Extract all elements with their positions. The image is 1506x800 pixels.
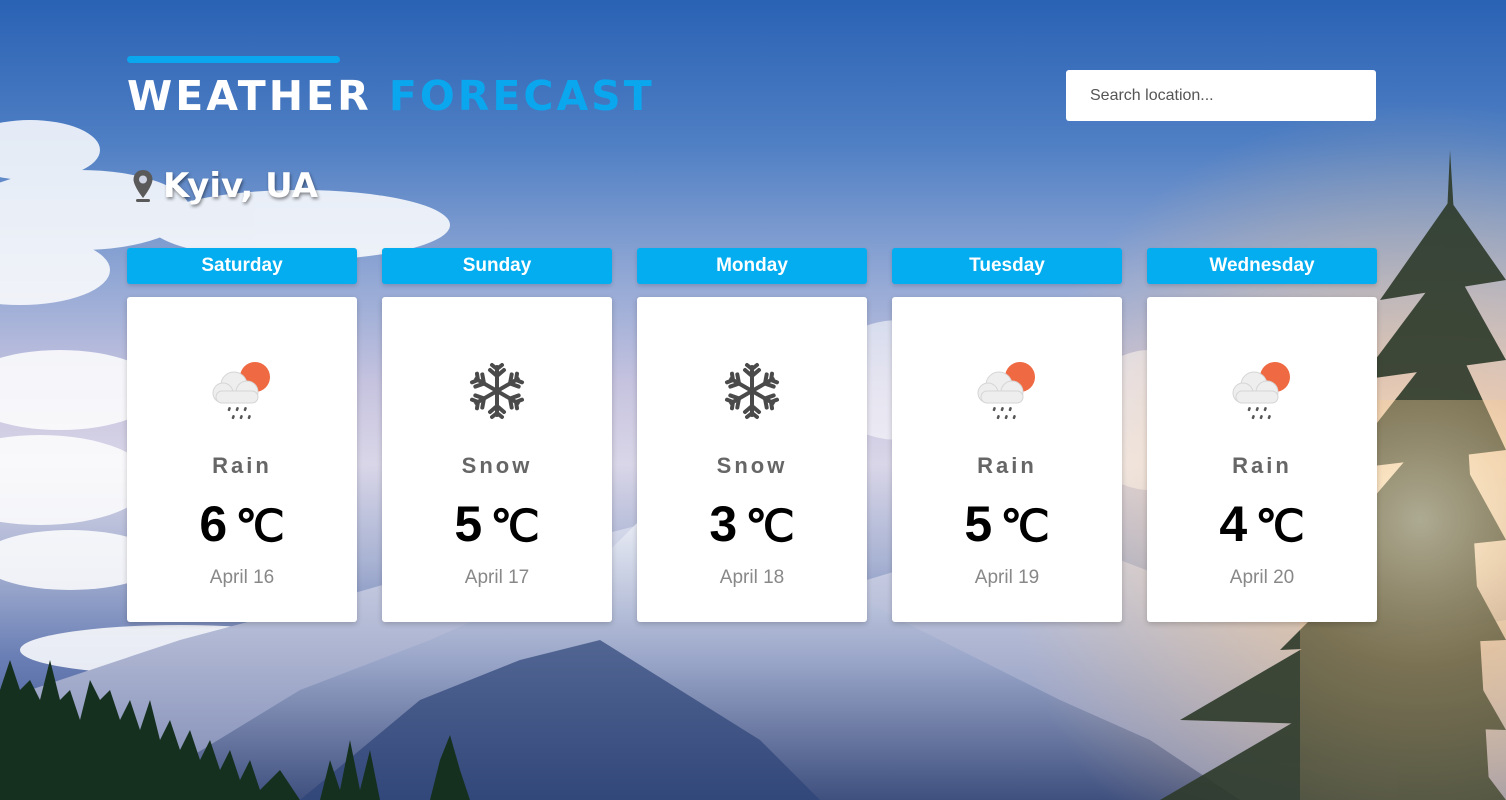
weather-condition: Snow bbox=[461, 453, 533, 478]
weather-condition: Rain bbox=[212, 453, 272, 478]
temperature: 3 ℃ bbox=[637, 495, 867, 553]
temperature: 5 ℃ bbox=[892, 495, 1122, 553]
forecast-date: April 16 bbox=[209, 567, 275, 588]
current-location: Kyiv, UA bbox=[131, 166, 318, 206]
day-label: Wednesday bbox=[1147, 248, 1377, 284]
forecast-card: Snow 5 ℃ April 17 bbox=[382, 297, 612, 622]
rain-cloud-sun-icon bbox=[971, 355, 1043, 427]
forecast-date: April 18 bbox=[719, 567, 785, 588]
rain-cloud-sun-icon bbox=[206, 355, 278, 427]
temperature: 5 ℃ bbox=[382, 495, 612, 553]
forecast-day-sunday[interactable]: Sunday Snow 5 ℃ April 17 bbox=[382, 248, 612, 622]
weather-condition: Snow bbox=[716, 453, 788, 478]
temperature-value: 4 bbox=[1219, 496, 1248, 552]
forecast-date: April 17 bbox=[464, 567, 530, 588]
temperature-value: 3 bbox=[709, 496, 738, 552]
title-accent-bar bbox=[127, 56, 340, 63]
temperature-value: 6 bbox=[199, 496, 228, 552]
temperature-value: 5 bbox=[964, 496, 993, 552]
day-label: Sunday bbox=[382, 248, 612, 284]
map-pin-icon bbox=[133, 170, 153, 202]
rain-cloud-sun-icon bbox=[1226, 355, 1298, 427]
weather-condition: Rain bbox=[1232, 453, 1292, 478]
temperature-unit: ℃ bbox=[1255, 502, 1305, 551]
location-name: Kyiv, UA bbox=[163, 166, 319, 206]
snowflake-icon bbox=[461, 355, 533, 427]
forecast-card: Rain 6 ℃ April 16 bbox=[127, 297, 357, 622]
temperature: 6 ℃ bbox=[127, 495, 357, 553]
weather-condition: Rain bbox=[977, 453, 1037, 478]
app-title-first-word: WEATHER bbox=[127, 72, 372, 120]
day-label: Tuesday bbox=[892, 248, 1122, 284]
forecast-date: April 20 bbox=[1229, 567, 1295, 588]
forecast-day-tuesday[interactable]: Tuesday Rain 5 ℃ April 19 bbox=[892, 248, 1122, 622]
temperature-unit: ℃ bbox=[745, 502, 795, 551]
temperature-unit: ℃ bbox=[235, 502, 285, 551]
forecast-day-wednesday[interactable]: Wednesday Rain 4 ℃ April 20 bbox=[1147, 248, 1377, 622]
temperature-unit: ℃ bbox=[1000, 502, 1050, 551]
search-location-input[interactable] bbox=[1066, 70, 1376, 121]
day-label: Saturday bbox=[127, 248, 357, 284]
forecast-date: April 19 bbox=[974, 567, 1040, 588]
app-title-second-word: FORECAST bbox=[388, 72, 655, 120]
temperature-value: 5 bbox=[454, 496, 483, 552]
temperature-unit: ℃ bbox=[490, 502, 540, 551]
app-root: WEATHER FORECAST Kyiv, UA Saturday bbox=[0, 0, 1506, 800]
forecast-card: Rain 5 ℃ April 19 bbox=[892, 297, 1122, 622]
forecast-day-saturday[interactable]: Saturday Rain 6 ℃ April 16 bbox=[127, 248, 357, 622]
snowflake-icon bbox=[716, 355, 788, 427]
forecast-card: Snow 3 ℃ April 18 bbox=[637, 297, 867, 622]
forecast-list: Saturday Rain 6 ℃ April 16 Sunday Snow 5… bbox=[127, 248, 1377, 622]
day-label: Monday bbox=[637, 248, 867, 284]
app-title: WEATHER FORECAST bbox=[127, 70, 655, 122]
temperature: 4 ℃ bbox=[1147, 495, 1377, 553]
forecast-day-monday[interactable]: Monday Snow 3 ℃ April 18 bbox=[637, 248, 867, 622]
forecast-card: Rain 4 ℃ April 20 bbox=[1147, 297, 1377, 622]
